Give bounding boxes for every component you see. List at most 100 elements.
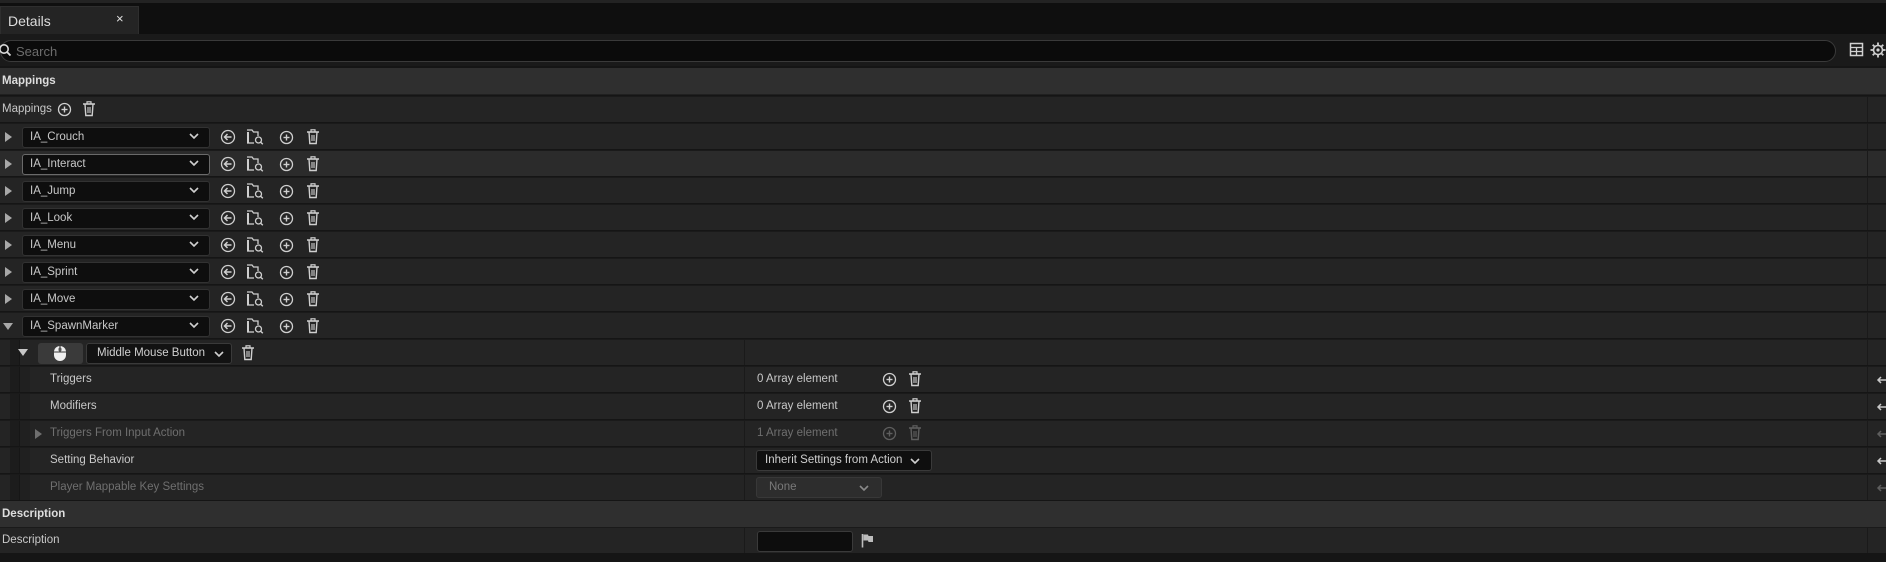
description-field[interactable] [757, 531, 853, 552]
input-action-combo[interactable]: IA_SpawnMarker [22, 316, 210, 337]
add-key-mapping-icon[interactable] [279, 130, 294, 145]
key-combo[interactable]: Middle Mouse Button [86, 343, 232, 364]
property-label: Triggers From Input Action [50, 427, 186, 439]
collapse-arrow-icon[interactable] [18, 349, 28, 357]
expand-arrow-icon[interactable] [5, 159, 12, 169]
add-key-mapping-icon[interactable] [279, 184, 294, 199]
add-key-mapping-icon[interactable] [279, 157, 294, 172]
browse-asset-icon[interactable] [246, 155, 264, 172]
delete-mapping-icon[interactable] [306, 183, 320, 199]
player-mappable-key-settings-value: None [769, 481, 797, 493]
add-element-icon[interactable] [882, 399, 897, 414]
use-selected-asset-icon[interactable] [220, 264, 236, 280]
setting-behavior-combo[interactable]: Inherit Settings from Action [756, 450, 932, 471]
setting-behavior-value: Inherit Settings from Action [765, 454, 903, 466]
tab-details[interactable]: Details × [0, 6, 139, 34]
expand-arrow-icon[interactable] [5, 186, 12, 196]
action-mapping-row: IA_Crouch [0, 123, 1886, 149]
category-mappings[interactable]: Mappings [0, 68, 1886, 95]
add-key-mapping-icon[interactable] [279, 319, 294, 334]
input-action-combo[interactable]: IA_Sprint [22, 262, 210, 283]
add-key-mapping-icon[interactable] [279, 292, 294, 307]
add-mapping-icon[interactable] [57, 102, 72, 117]
property-label: Triggers [50, 373, 92, 385]
expand-arrow-icon[interactable] [5, 213, 12, 223]
settings-gear-icon[interactable] [1870, 42, 1886, 58]
use-selected-asset-icon[interactable] [220, 291, 236, 307]
key-selector-button[interactable] [38, 343, 83, 364]
use-selected-asset-icon[interactable] [220, 183, 236, 199]
add-key-mapping-icon[interactable] [279, 265, 294, 280]
browse-asset-icon[interactable] [246, 182, 264, 199]
delete-mapping-icon[interactable] [306, 291, 320, 307]
delete-mapping-icon[interactable] [306, 237, 320, 253]
add-key-mapping-icon[interactable] [279, 211, 294, 226]
delete-mapping-icon[interactable] [306, 264, 320, 280]
use-selected-asset-icon[interactable] [220, 210, 236, 226]
property-row-player-mappable-key-settings: Player Mappable Key Settings None [0, 474, 1886, 500]
chevron-down-icon [189, 241, 199, 248]
input-action-combo[interactable]: IA_Jump [22, 181, 210, 202]
delete-all-mappings-icon[interactable] [82, 101, 96, 117]
reset-to-default-icon[interactable] [1876, 374, 1886, 386]
expand-arrow-icon[interactable] [35, 429, 42, 439]
expand-arrow-icon[interactable] [5, 294, 12, 304]
add-element-icon[interactable] [882, 372, 897, 387]
use-selected-asset-icon[interactable] [220, 237, 236, 253]
action-mapping-row: IA_Jump [0, 177, 1886, 203]
input-action-combo[interactable]: IA_Move [22, 289, 210, 310]
delete-elements-icon[interactable] [908, 398, 922, 414]
chevron-down-icon [189, 214, 199, 221]
collapse-arrow-icon[interactable] [3, 323, 13, 330]
delete-mapping-icon[interactable] [306, 210, 320, 226]
reset-to-default-icon[interactable] [1876, 401, 1886, 413]
action-mapping-row: IA_SpawnMarker [0, 312, 1886, 338]
chevron-down-icon [189, 322, 199, 329]
action-mapping-row: IA_Sprint [0, 258, 1886, 284]
delete-key-mapping-icon[interactable] [241, 345, 255, 361]
chevron-down-icon [859, 485, 869, 492]
browse-asset-icon[interactable] [246, 236, 264, 253]
mouse-middle-button-icon [54, 346, 66, 361]
delete-mapping-icon[interactable] [306, 129, 320, 145]
expand-arrow-icon[interactable] [5, 240, 12, 250]
input-action-value: IA_Move [30, 293, 76, 305]
description-label: Description [2, 534, 60, 546]
delete-mapping-icon[interactable] [306, 156, 320, 172]
browse-asset-icon[interactable] [246, 317, 264, 334]
delete-mapping-icon[interactable] [306, 318, 320, 334]
category-description[interactable]: Description [0, 501, 1886, 528]
browse-asset-icon[interactable] [246, 209, 264, 226]
property-row-modifiers: Modifiers 0 Array element [0, 393, 1886, 419]
property-row-triggers: Triggers 0 Array element [0, 366, 1886, 392]
input-action-value: IA_Interact [30, 158, 86, 170]
use-selected-asset-icon[interactable] [220, 129, 236, 145]
action-mapping-row: IA_Look [0, 204, 1886, 230]
chevron-down-icon [189, 160, 199, 167]
browse-asset-icon[interactable] [246, 128, 264, 145]
expand-arrow-icon[interactable] [5, 132, 12, 142]
table-view-icon[interactable] [1849, 42, 1864, 57]
localization-flag-icon[interactable] [861, 533, 874, 548]
input-action-combo[interactable]: IA_Crouch [22, 127, 210, 148]
input-action-value: IA_Crouch [30, 131, 85, 143]
add-key-mapping-icon[interactable] [279, 238, 294, 253]
mappings-label: Mappings [2, 103, 52, 115]
search-input[interactable] [16, 43, 1816, 59]
player-mappable-key-settings-combo: None [756, 477, 882, 498]
browse-asset-icon[interactable] [246, 290, 264, 307]
input-action-combo[interactable]: IA_Look [22, 208, 210, 229]
use-selected-asset-icon[interactable] [220, 318, 236, 334]
expand-arrow-icon[interactable] [5, 267, 12, 277]
action-mapping-row: IA_Interact [0, 150, 1886, 176]
property-label: Modifiers [50, 400, 97, 412]
browse-asset-icon[interactable] [246, 263, 264, 280]
search-box[interactable] [0, 40, 1836, 62]
delete-elements-icon[interactable] [908, 371, 922, 387]
input-action-combo[interactable]: IA_Menu [22, 235, 210, 256]
close-icon[interactable]: × [116, 11, 124, 26]
use-selected-asset-icon[interactable] [220, 156, 236, 172]
input-action-combo[interactable]: IA_Interact [22, 154, 210, 175]
reset-to-default-icon[interactable] [1876, 455, 1886, 467]
property-row-triggers-from-input-action: Triggers From Input Action 1 Array eleme… [0, 420, 1886, 446]
